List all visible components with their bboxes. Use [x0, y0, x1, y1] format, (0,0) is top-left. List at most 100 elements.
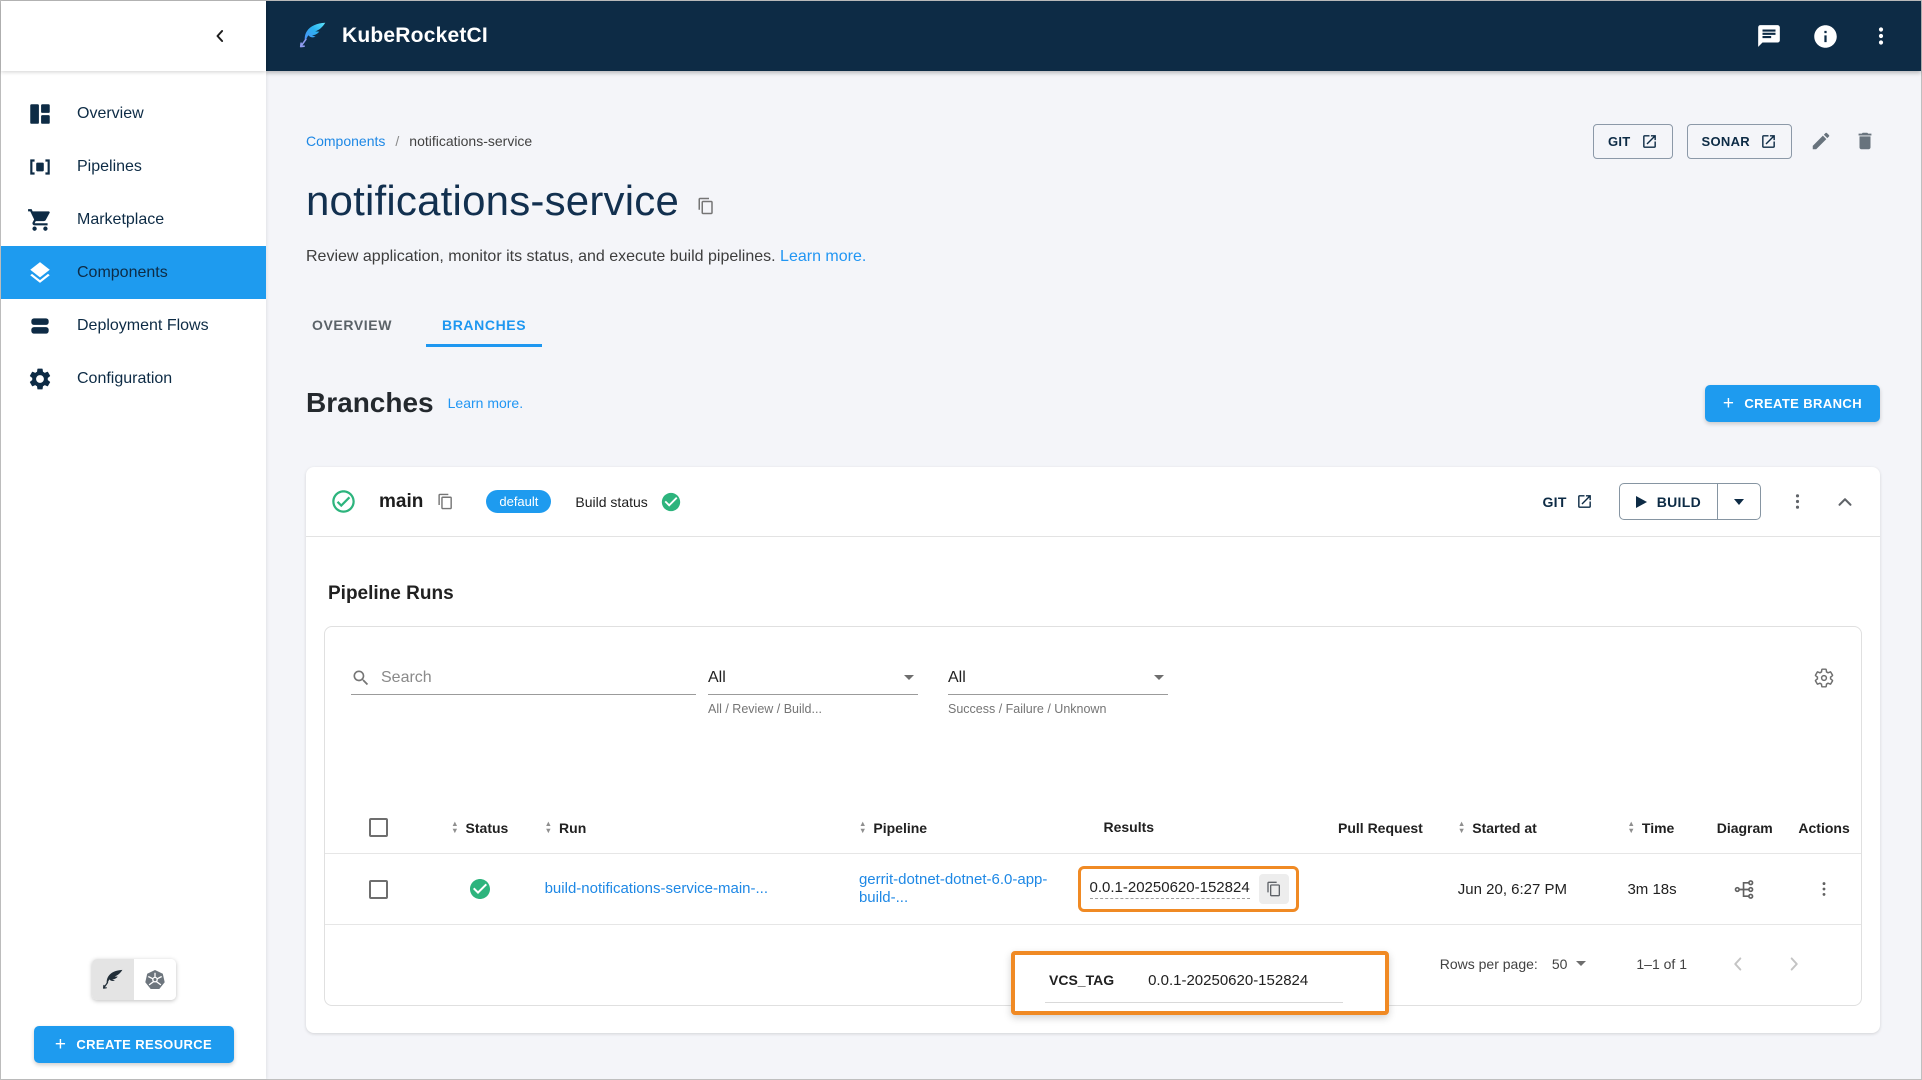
app-title: KubeRocketCI — [342, 24, 488, 47]
default-branch-chip: default — [486, 490, 552, 513]
sort-status-button[interactable]: ▲ ▼ — [451, 820, 458, 834]
copy-title-button[interactable] — [693, 193, 719, 219]
sidebar-item-overview[interactable]: Overview — [1, 87, 266, 140]
plus-icon: + — [54, 1034, 67, 1055]
edit-component-button[interactable] — [1806, 126, 1836, 156]
sidebar-header — [1, 1, 266, 71]
kuberocketci-view-toggle[interactable] — [91, 959, 134, 1000]
sonar-button-label: SONAR — [1701, 133, 1750, 149]
sidebar-item-components[interactable]: Components — [1, 246, 266, 299]
external-link-icon — [1576, 493, 1593, 510]
pipeline-runs-heading: Pipeline Runs — [328, 583, 454, 604]
feedback-chat-button[interactable] — [1756, 23, 1782, 49]
pipeline-link[interactable]: gerrit-dotnet-dotnet-6.0-app-build-... — [859, 871, 1047, 906]
rows-per-page-label: Rows per page: — [1439, 955, 1538, 972]
tab-overview[interactable]: OVERVIEW — [306, 307, 398, 347]
kubernetes-view-toggle[interactable] — [133, 959, 176, 1000]
app-window: KubeRocketCI Overview Pipelines Marketpl… — [1, 1, 1921, 1079]
git-button-label: GIT — [1607, 133, 1631, 149]
pagination-range: 1–1 of 1 — [1636, 955, 1687, 972]
page-description: Review application, monitor its status, … — [306, 247, 1880, 267]
vcs-tag-label: VCS_TAG — [1049, 972, 1115, 988]
diagram-button[interactable] — [1733, 878, 1756, 901]
row-actions-button[interactable] — [1814, 879, 1834, 899]
status-filter-helper: Success / Failure / Unknown — [948, 702, 1107, 716]
view-toggle-group — [91, 959, 176, 1000]
sort-run-button[interactable]: ▲ ▼ — [545, 820, 552, 834]
column-header-results: Results — [1103, 818, 1155, 835]
gear-icon — [27, 366, 53, 392]
page-title: notifications-service — [306, 177, 680, 224]
kuberocketci-logo-icon — [296, 19, 330, 53]
status-select[interactable]: All — [948, 661, 1168, 695]
build-button[interactable]: BUILD — [1620, 484, 1717, 519]
branch-more-menu-button[interactable] — [1787, 491, 1808, 512]
sort-pipeline-button[interactable]: ▲ ▼ — [859, 820, 866, 834]
breadcrumb-current: notifications-service — [409, 133, 533, 149]
sidebar-item-label: Pipelines — [77, 157, 142, 175]
create-branch-button[interactable]: + CREATE BRANCH — [1704, 384, 1880, 422]
branch-collapse-button[interactable] — [1834, 491, 1856, 513]
rows-per-page-select[interactable]: 50 — [1552, 956, 1591, 972]
table-header-row: ▲▼ Status ▲▼ Run ▲▼ Pipeline Results — [325, 802, 1861, 854]
branch-card-header: main default Build status GIT BUILD — [306, 467, 1880, 537]
external-link-icon — [1641, 133, 1658, 150]
column-header-run: Run — [559, 819, 587, 836]
column-header-time: Time — [1641, 819, 1675, 836]
column-header-status: Status — [465, 819, 509, 836]
next-page-button[interactable] — [1783, 953, 1805, 975]
breadcrumb-components-link[interactable]: Components — [306, 133, 385, 149]
rows-per-page-value: 50 — [1551, 955, 1568, 972]
branches-learn-more-link[interactable]: Learn more. — [448, 395, 523, 411]
kubernetes-icon — [143, 968, 167, 992]
chevron-down-icon — [1154, 675, 1164, 680]
delete-component-button[interactable] — [1850, 126, 1880, 156]
table-row: build-notifications-service-main-... ger… — [325, 854, 1861, 925]
tab-branches[interactable]: BRANCHES — [426, 307, 543, 347]
copy-branch-name-button[interactable] — [433, 489, 458, 514]
pipeline-runs-card: All All / Review / Build... All Success … — [324, 626, 1862, 1006]
sidebar-item-label: Marketplace — [77, 210, 165, 228]
topbar-more-menu-button[interactable] — [1869, 24, 1893, 48]
pipeline-type-select[interactable]: All — [708, 661, 918, 695]
help-info-button[interactable] — [1812, 23, 1839, 50]
previous-page-button[interactable] — [1727, 953, 1749, 975]
tabs: OVERVIEW BRANCHES — [306, 307, 1880, 347]
branch-name: main — [379, 490, 424, 512]
sidebar-collapse-button[interactable] — [210, 26, 230, 46]
search-input[interactable] — [381, 668, 696, 687]
kebab-menu-icon — [1787, 491, 1808, 512]
create-resource-button[interactable]: + CREATE RESOURCE — [33, 1026, 234, 1063]
sidebar-item-configuration[interactable]: Configuration — [1, 352, 266, 405]
sort-time-button[interactable]: ▲ ▼ — [1627, 820, 1634, 834]
chevron-down-icon — [1734, 498, 1744, 505]
chevron-left-icon — [1727, 953, 1749, 975]
row-checkbox[interactable] — [369, 879, 389, 899]
copy-results-button[interactable] — [1258, 874, 1289, 904]
select-all-checkbox[interactable] — [369, 818, 389, 837]
sort-started-at-button[interactable]: ▲ ▼ — [1458, 820, 1465, 834]
sidebar-item-marketplace[interactable]: Marketplace — [1, 193, 266, 246]
sidebar-item-pipelines[interactable]: Pipelines — [1, 140, 266, 193]
table-settings-button[interactable] — [1813, 667, 1835, 689]
build-split-button: BUILD — [1618, 483, 1761, 520]
search-field — [351, 661, 696, 695]
learn-more-link[interactable]: Learn more. — [780, 248, 866, 265]
column-header-actions: Actions — [1798, 819, 1850, 836]
status-filter-value: All — [948, 668, 966, 686]
build-options-button[interactable] — [1717, 484, 1760, 519]
branch-git-link[interactable]: GIT — [1542, 493, 1592, 510]
results-version-value[interactable]: 0.0.1-20250620-152824 — [1089, 879, 1250, 899]
create-resource-label: CREATE RESOURCE — [76, 1037, 213, 1052]
results-annotation-box: 0.0.1-20250620-152824 — [1077, 866, 1299, 912]
copy-icon — [1266, 881, 1282, 897]
run-link[interactable]: build-notifications-service-main-... — [545, 880, 768, 897]
git-external-button[interactable]: GIT — [1592, 123, 1673, 159]
pipeline-type-value: All — [708, 668, 726, 686]
chevron-up-icon — [1834, 491, 1856, 513]
vcs-tag-value: 0.0.1-20250620-152824 — [1148, 971, 1309, 989]
sidebar-item-deployment-flows[interactable]: Deployment Flows — [1, 299, 266, 352]
sonar-external-button[interactable]: SONAR — [1686, 123, 1792, 159]
search-icon — [351, 668, 371, 688]
plus-icon: + — [1722, 392, 1735, 414]
